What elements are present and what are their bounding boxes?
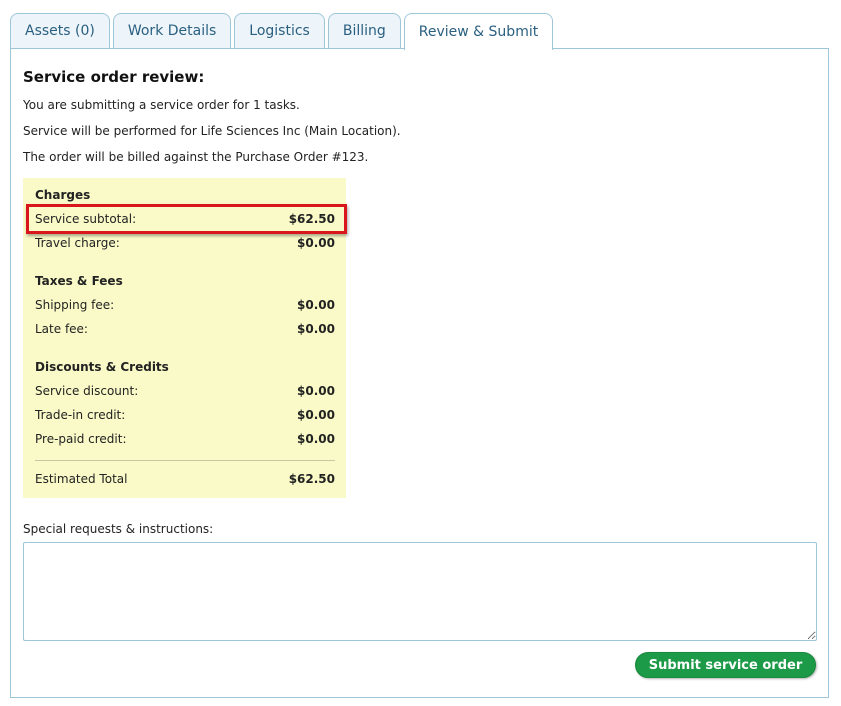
estimated-total-label: Estimated Total <box>35 472 128 486</box>
travel-charge-value: $0.00 <box>297 236 335 250</box>
service-discount-row: Service discount: $0.00 <box>35 384 335 402</box>
pre-paid-credit-label: Pre-paid credit: <box>35 432 127 446</box>
tab-billing[interactable]: Billing <box>327 13 401 48</box>
highlight-box <box>26 204 347 234</box>
tab-review-submit[interactable]: Review & Submit <box>403 13 554 50</box>
total-divider <box>35 460 335 461</box>
trade-in-credit-value: $0.00 <box>297 408 335 422</box>
review-line-billing: The order will be billed against the Pur… <box>23 150 369 164</box>
charges-heading: Charges <box>35 188 91 202</box>
service-discount-value: $0.00 <box>297 384 335 398</box>
tab-assets[interactable]: Assets (0) <box>10 13 110 48</box>
special-requests-label: Special requests & instructions: <box>23 522 214 536</box>
tab-bar: Assets (0) Work Details Logistics Billin… <box>10 13 554 50</box>
review-line-tasks: You are submitting a service order for 1… <box>23 98 300 112</box>
shipping-fee-row: Shipping fee: $0.00 <box>35 298 335 316</box>
submit-service-order-button[interactable]: Submit service order <box>635 652 816 678</box>
trade-in-credit-label: Trade-in credit: <box>35 408 126 422</box>
service-discount-label: Service discount: <box>35 384 139 398</box>
page-title: Service order review: <box>23 68 205 86</box>
travel-charge-label: Travel charge: <box>35 236 120 250</box>
late-fee-row: Late fee: $0.00 <box>35 322 335 340</box>
review-line-location: Service will be performed for Life Scien… <box>23 124 401 138</box>
tab-work-details[interactable]: Work Details <box>112 13 232 48</box>
estimated-total-value: $62.50 <box>288 472 335 486</box>
cost-summary: Charges Service subtotal: $62.50 Travel … <box>23 178 347 498</box>
trade-in-credit-row: Trade-in credit: $0.00 <box>35 408 335 426</box>
tab-logistics[interactable]: Logistics <box>234 13 325 48</box>
discounts-heading: Discounts & Credits <box>35 360 169 374</box>
shipping-fee-value: $0.00 <box>297 298 335 312</box>
travel-charge-row: Travel charge: $0.00 <box>35 236 335 254</box>
special-requests-input[interactable] <box>23 542 817 641</box>
estimated-total-row: Estimated Total $62.50 <box>35 472 335 490</box>
pre-paid-credit-row: Pre-paid credit: $0.00 <box>35 432 335 450</box>
shipping-fee-label: Shipping fee: <box>35 298 115 312</box>
late-fee-value: $0.00 <box>297 322 335 336</box>
review-panel: Service order review: You are submitting… <box>10 48 829 698</box>
late-fee-label: Late fee: <box>35 322 88 336</box>
pre-paid-credit-value: $0.00 <box>297 432 335 446</box>
taxes-heading: Taxes & Fees <box>35 274 123 288</box>
